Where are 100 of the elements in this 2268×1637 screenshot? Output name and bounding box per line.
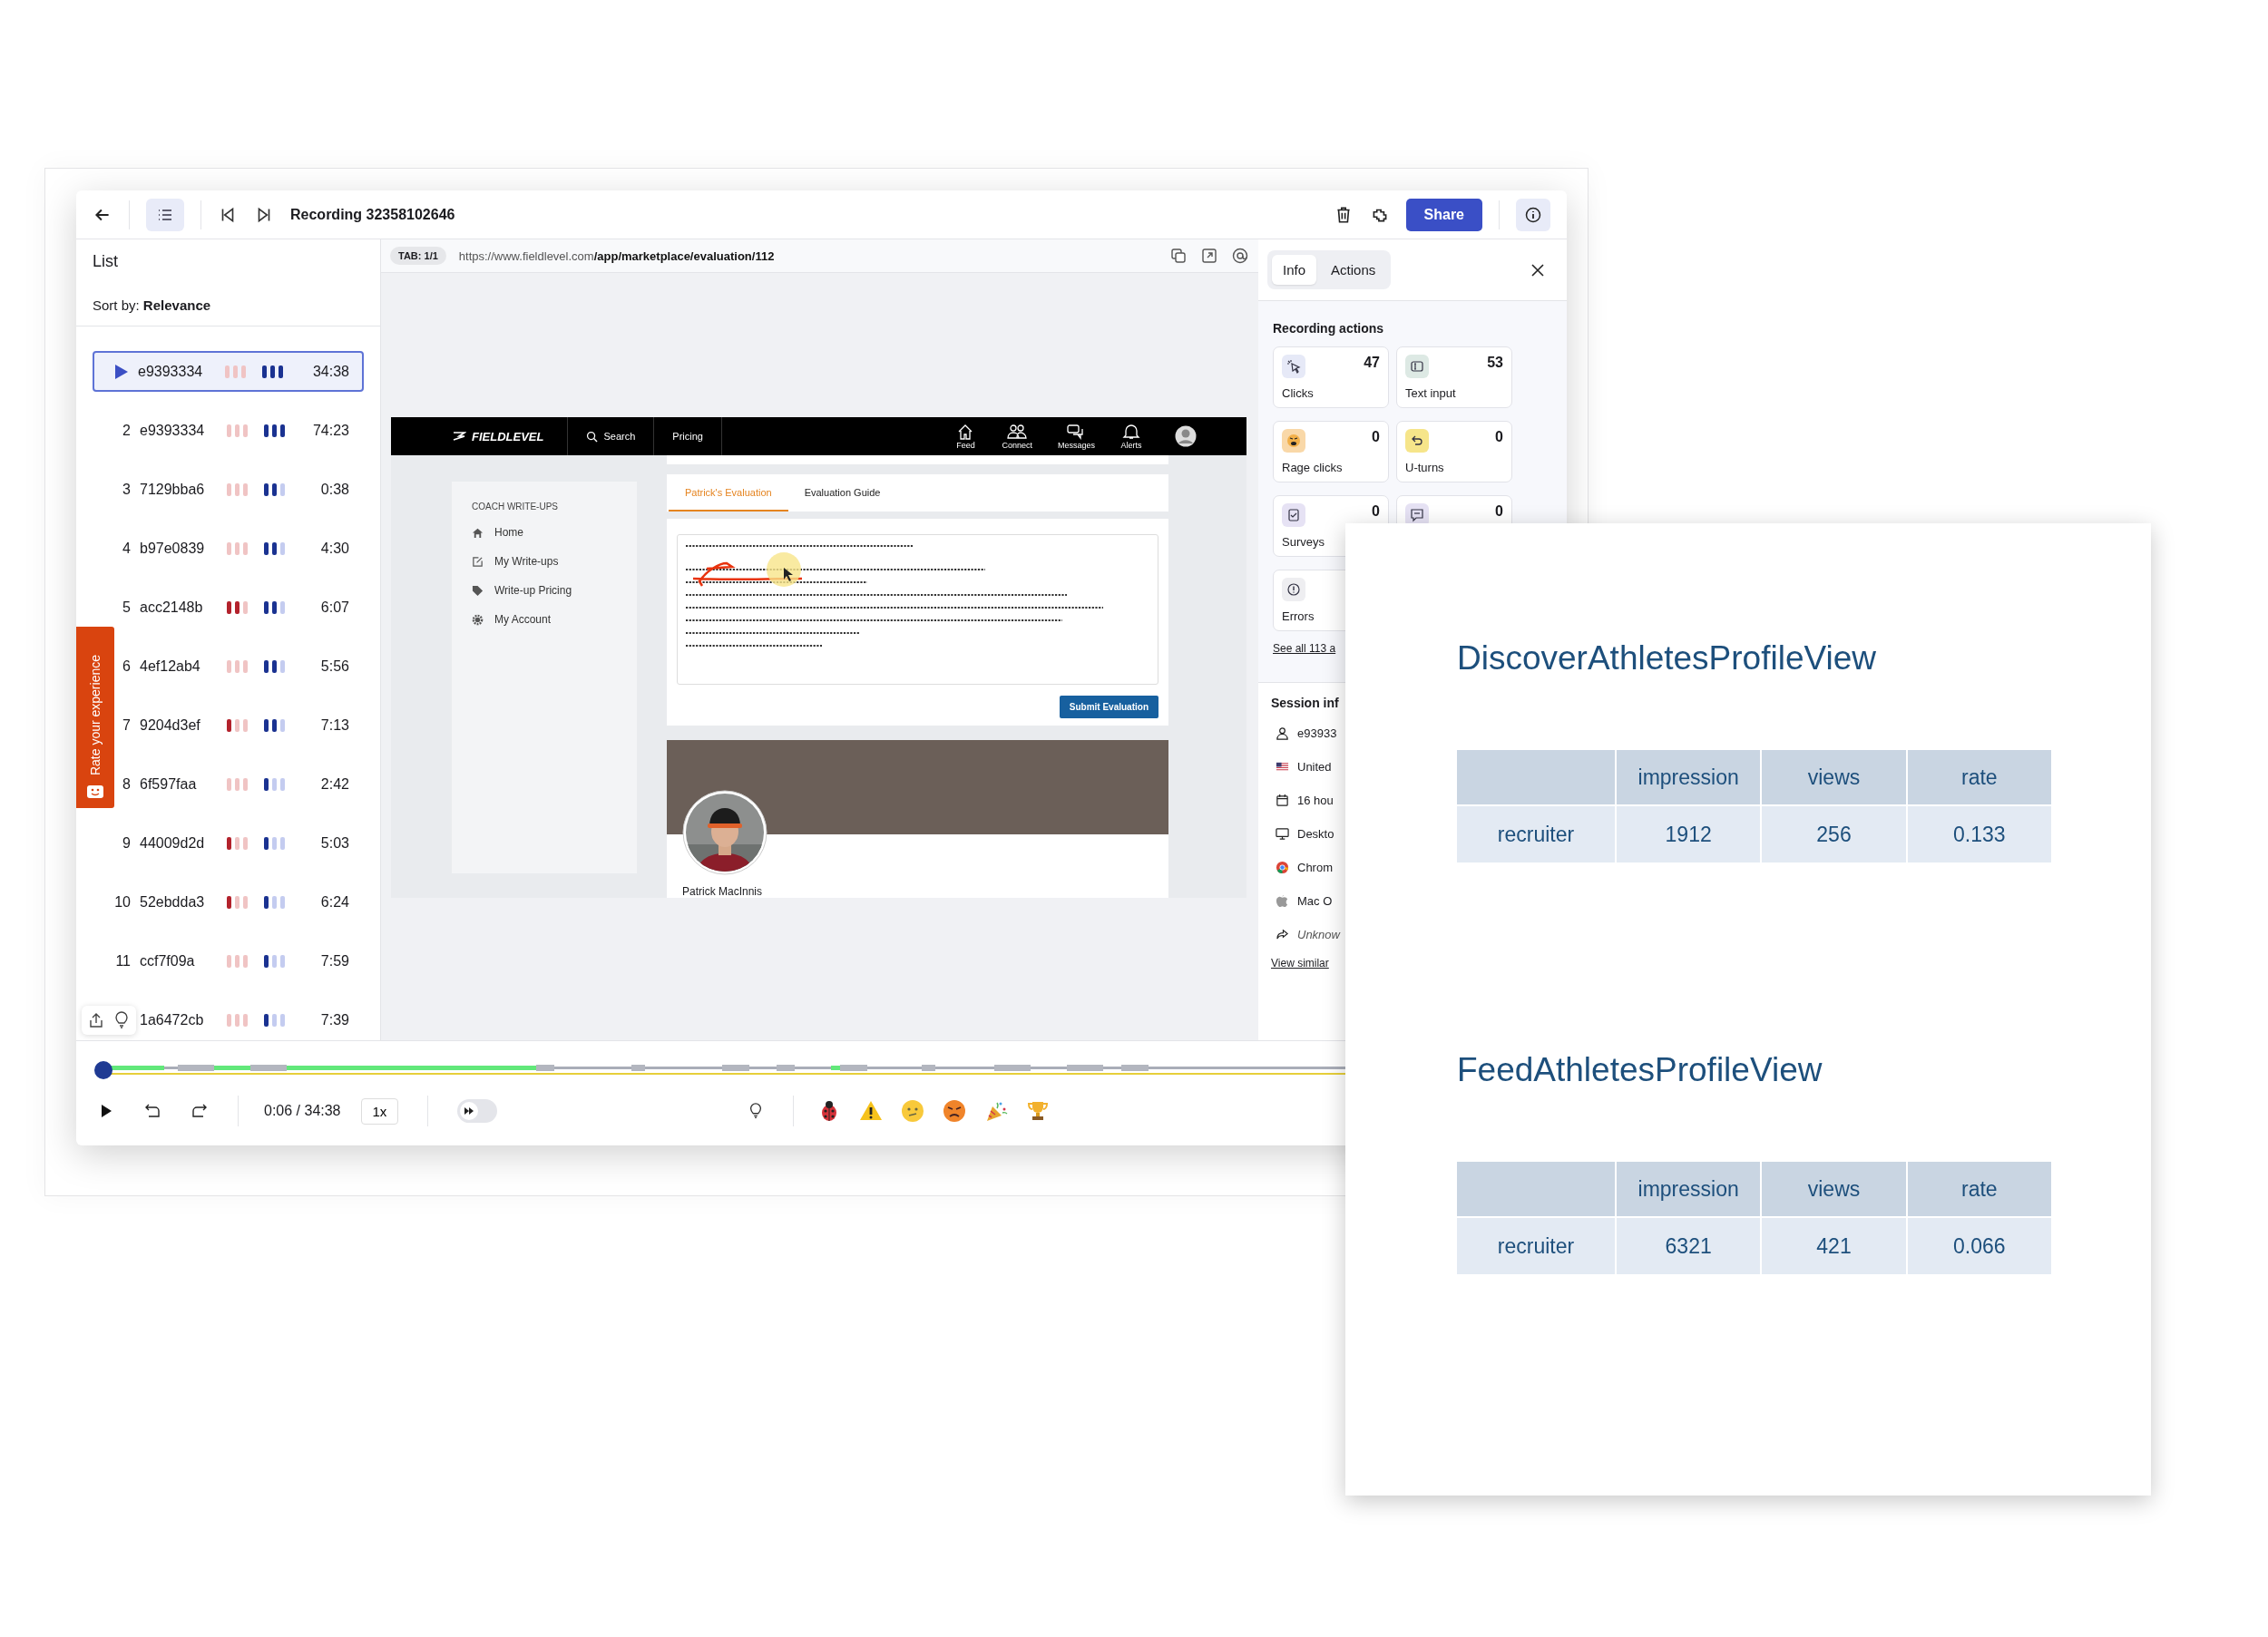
- action-count: 0: [1495, 429, 1503, 445]
- session-id: ccf7f09a: [140, 952, 196, 970]
- info-button[interactable]: [1516, 198, 1550, 231]
- recording-list-item[interactable]: 9 44009d2d 5:03: [116, 823, 364, 863]
- duration: 7:13: [320, 716, 349, 734]
- action-card[interactable]: 53 Text input: [1396, 346, 1512, 408]
- sidebar-link[interactable]: Home: [472, 526, 617, 539]
- avatar-icon[interactable]: [1175, 425, 1197, 447]
- duration: 0:38: [320, 481, 349, 498]
- recording-list-item[interactable]: 8 6f597faa 2:42: [116, 764, 364, 804]
- close-icon[interactable]: [1530, 262, 1545, 278]
- speed-button[interactable]: 1x: [360, 1097, 399, 1125]
- row-number: 6: [122, 658, 131, 675]
- angry-face-icon: [1282, 429, 1305, 453]
- sidebar-link[interactable]: My Account: [472, 613, 617, 626]
- recording-list-item[interactable]: 7 9204d3ef 7:13: [116, 705, 364, 745]
- tab[interactable]: Evaluation Guide: [787, 474, 897, 512]
- action-card[interactable]: 0 U-turns: [1396, 421, 1512, 482]
- recording-list-item[interactable]: 4 b97e0839 4:30: [116, 528, 364, 569]
- user-icon: [1276, 726, 1289, 740]
- column-header: impression: [1617, 1162, 1761, 1216]
- row-number: 9: [122, 834, 131, 852]
- angry-face-icon[interactable]: [943, 1099, 967, 1123]
- recording-list-item[interactable]: 2 e9393334 74:23: [116, 410, 364, 451]
- session-id: 52ebdda3: [140, 893, 206, 911]
- recording-list-item[interactable]: 6 4ef12ab4 5:56: [116, 646, 364, 687]
- session-detail: Chrom: [1297, 860, 1333, 874]
- action-label: Rage clicks: [1282, 461, 1344, 474]
- trophy-icon[interactable]: [1026, 1099, 1051, 1123]
- tab[interactable]: Actions: [1320, 255, 1387, 285]
- duration: 7:39: [320, 1011, 349, 1028]
- feedback-tab[interactable]: Rate your experience: [76, 627, 114, 808]
- session-detail: Unknow: [1297, 927, 1340, 941]
- evaluation-textarea[interactable]: [677, 534, 1158, 685]
- nav-item[interactable]: Messages: [1044, 417, 1108, 455]
- action-card[interactable]: 0 Rage clicks: [1273, 421, 1389, 482]
- duration: 7:59: [320, 952, 349, 970]
- info-icon: [1524, 205, 1542, 224]
- search-icon: [586, 430, 599, 443]
- recording-list-item[interactable]: 11 ccf7f09a 7:59: [116, 940, 364, 981]
- sidebar-link[interactable]: My Write-ups: [472, 555, 617, 568]
- rewind-icon[interactable]: [143, 1102, 161, 1120]
- nav-link[interactable]: Search: [568, 417, 655, 455]
- bell-icon: [1120, 423, 1142, 440]
- action-count: 53: [1487, 355, 1503, 371]
- duration: 5:56: [320, 658, 349, 675]
- lightbulb-icon[interactable]: [112, 1011, 131, 1029]
- recording-list-item[interactable]: 1a6472cb 7:39: [116, 999, 364, 1040]
- brand-logo[interactable]: FIELDLEVEL: [452, 417, 569, 455]
- view-similar-link[interactable]: View similar: [1271, 957, 1329, 970]
- session-id: 4ef12ab4: [140, 658, 201, 675]
- sidebar-heading: COACH WRITE-UPS: [472, 502, 559, 512]
- external-link-icon[interactable]: [1200, 247, 1218, 265]
- row-number: 4: [122, 540, 131, 557]
- at-sign-icon[interactable]: [1231, 247, 1249, 265]
- row-header: recruiter: [1457, 1218, 1615, 1274]
- people-icon: [1006, 423, 1029, 440]
- sidebar-link[interactable]: Write-up Pricing: [472, 584, 617, 597]
- list-view-button[interactable]: [146, 198, 184, 231]
- recording-list-item[interactable]: 3 7129bba6 0:38: [116, 469, 364, 510]
- copy-icon[interactable]: [1169, 247, 1188, 265]
- recording-list-item[interactable]: 5 acc2148b 6:07: [116, 587, 364, 628]
- recording-list-item[interactable]: 10 52ebdda3 6:24: [116, 882, 364, 922]
- action-count: 0: [1495, 503, 1503, 520]
- monitor-icon: [1276, 826, 1289, 841]
- session-id: 7129bba6: [140, 481, 206, 498]
- fast-forward-icon[interactable]: [191, 1102, 209, 1120]
- playhead-handle[interactable]: [94, 1061, 112, 1079]
- edit-icon: [472, 555, 484, 568]
- duration: 5:03: [320, 834, 349, 852]
- action-card[interactable]: 47 Clicks: [1273, 346, 1389, 408]
- confused-face-icon[interactable]: [901, 1099, 925, 1123]
- table-cell: 0.133: [1907, 806, 2051, 862]
- share-button[interactable]: Share: [1405, 198, 1482, 231]
- browser-icon: [1276, 860, 1289, 874]
- duration: 6:07: [320, 599, 349, 616]
- see-all-link[interactable]: See all 113 a: [1273, 642, 1336, 655]
- report-title: DiscoverAthletesProfileView: [1457, 639, 1877, 677]
- skip-toggle[interactable]: [457, 1099, 498, 1123]
- session-detail: 16 hou: [1297, 793, 1334, 807]
- profile-name: Patrick MacInnis: [682, 885, 763, 898]
- nav-item[interactable]: Alerts: [1108, 417, 1155, 455]
- session-id: e9393334: [138, 363, 204, 380]
- column-header: rate: [1907, 750, 2051, 804]
- recording-list-item[interactable]: e9393334 34:38: [93, 351, 364, 392]
- tab-badge: TAB: 1/1: [390, 247, 446, 265]
- tab[interactable]: Info: [1272, 255, 1317, 285]
- share-icon[interactable]: [87, 1011, 105, 1029]
- table-cell: 6321: [1617, 1218, 1761, 1274]
- tag-icon: [472, 584, 484, 597]
- nav-item[interactable]: Connect: [989, 417, 1045, 455]
- session-detail: United: [1297, 759, 1332, 774]
- row-number: 10: [114, 893, 131, 911]
- row-number: 2: [122, 422, 131, 439]
- nav-item[interactable]: Feed: [942, 417, 990, 455]
- session-detail: e93933: [1297, 726, 1337, 740]
- row-number: 8: [122, 775, 131, 793]
- submit-button[interactable]: Submit Evaluation: [1059, 696, 1158, 718]
- warning-icon[interactable]: [859, 1099, 884, 1123]
- action-label: Surveys: [1282, 535, 1325, 549]
